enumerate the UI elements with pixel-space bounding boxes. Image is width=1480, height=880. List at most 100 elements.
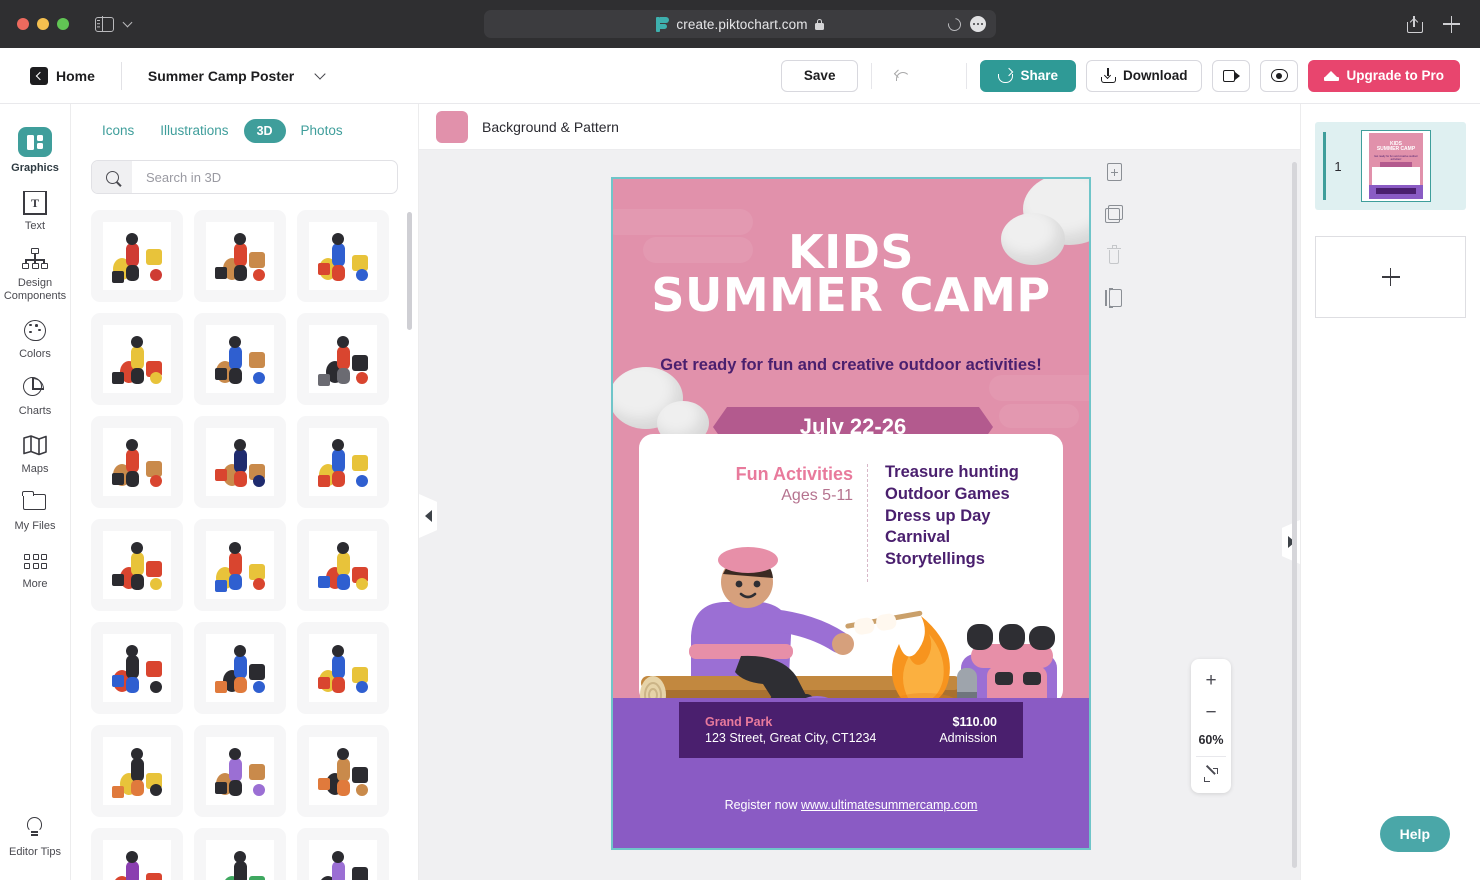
zoom-out-button[interactable]: − — [1191, 697, 1231, 729]
asset-thumbnail[interactable] — [297, 725, 389, 817]
page-preview[interactable]: KIDS SUMMER CAMP Get ready for fun and cr… — [1361, 130, 1431, 202]
sidebar-item-colors[interactable]: Colors — [3, 310, 67, 368]
home-button[interactable]: Home — [30, 66, 95, 85]
address-bar[interactable]: create.piktochart.com — [484, 10, 996, 38]
chevron-down-icon[interactable] — [122, 17, 133, 27]
reload-icon[interactable] — [945, 14, 964, 34]
asset-thumbnail[interactable] — [194, 313, 286, 405]
sidebar-item-charts[interactable]: Charts — [3, 367, 67, 425]
poster-subtitle[interactable]: Get ready for fun and creative outdoor a… — [613, 355, 1089, 376]
download-button[interactable]: Download — [1085, 59, 1203, 92]
sidebar-toggle-icon[interactable] — [95, 15, 114, 33]
pages-panel: 1 KIDS SUMMER CAMP Get ready for fun and … — [1300, 104, 1480, 880]
person-with-equipment-thumbnail — [309, 840, 377, 880]
sidebar-item-graphics[interactable]: Graphics — [3, 118, 67, 182]
share-icon[interactable] — [1407, 15, 1423, 33]
tab-icons[interactable]: Icons — [91, 118, 145, 143]
upgrade-to-pro-button[interactable]: Upgrade to Pro — [1308, 59, 1460, 92]
undo-icon — [895, 69, 910, 83]
asset-thumbnail[interactable] — [91, 725, 183, 817]
redo-icon — [929, 69, 944, 83]
asset-thumbnail[interactable] — [297, 210, 389, 302]
tab-3d[interactable]: 3D — [243, 118, 286, 143]
asset-thumbnail[interactable] — [91, 828, 183, 880]
save-button[interactable]: Save — [780, 59, 859, 92]
asset-thumbnail[interactable] — [297, 622, 389, 714]
sidebar-item-label: More — [22, 578, 48, 591]
poster-activities-heading-block[interactable]: Fun Activities Ages 5-11 — [673, 464, 853, 505]
two-people-shopping-bag-thumbnail — [206, 222, 274, 290]
present-button[interactable] — [1212, 59, 1251, 92]
zoom-in-button[interactable]: + — [1191, 665, 1231, 697]
duplicate-page-button[interactable] — [1102, 202, 1126, 226]
asset-thumbnail[interactable] — [91, 622, 183, 714]
browser-sidebar-toggle[interactable] — [95, 15, 133, 33]
background-color-swatch[interactable] — [436, 110, 468, 143]
asset-search-bar[interactable] — [91, 160, 398, 194]
minimize-window-button[interactable] — [37, 18, 49, 30]
sidebar-item-maps[interactable]: Maps — [3, 425, 67, 483]
address-bar-actions[interactable] — [945, 14, 986, 34]
asset-thumbnail[interactable] — [91, 210, 183, 302]
search-icon-button[interactable] — [92, 161, 132, 193]
sidebar-item-text[interactable]: T Text — [3, 182, 67, 240]
canvas-body[interactable]: KIDS SUMMER CAMP Get ready for fun and c… — [419, 150, 1300, 880]
undo-button[interactable] — [885, 60, 919, 92]
panel-scrollbar[interactable] — [407, 212, 412, 330]
asset-thumbnail[interactable] — [91, 519, 183, 611]
asset-thumbnail[interactable] — [194, 210, 286, 302]
tab-illustrations[interactable]: Illustrations — [149, 118, 239, 143]
help-button[interactable]: Help — [1379, 816, 1450, 852]
chevron-down-icon[interactable] — [314, 67, 326, 80]
zoom-level-value: 60% — [1198, 733, 1224, 747]
asset-grid-scroll[interactable] — [71, 204, 418, 880]
add-page-button[interactable] — [1102, 160, 1126, 184]
poster-info-box[interactable]: Grand Park 123 Street, Great City, CT123… — [679, 702, 1023, 758]
plus-icon[interactable] — [1443, 15, 1460, 33]
tab-photos[interactable]: Photos — [290, 118, 354, 143]
asset-thumbnail[interactable] — [297, 828, 389, 880]
search-input[interactable] — [132, 169, 397, 185]
canvas-header-label: Background & Pattern — [482, 118, 619, 135]
share-button[interactable]: Share — [980, 59, 1076, 92]
asset-thumbnail[interactable] — [297, 519, 389, 611]
redo-button[interactable] — [919, 60, 953, 92]
sidebar-item-editor-tips[interactable]: Editor Tips — [3, 808, 67, 866]
preview-button[interactable] — [1260, 59, 1299, 92]
delete-page-icon — [1107, 245, 1121, 265]
expand-right-panel-button[interactable] — [1282, 520, 1300, 564]
canvas-scrollbar[interactable] — [1292, 162, 1297, 868]
poster-canvas[interactable]: KIDS SUMMER CAMP Get ready for fun and c… — [611, 177, 1091, 850]
sidebar-item-my-files[interactable]: My Files — [3, 482, 67, 540]
asset-thumbnail[interactable] — [91, 416, 183, 508]
browser-right-actions[interactable] — [1407, 15, 1460, 33]
asset-thumbnail[interactable] — [297, 313, 389, 405]
document-title[interactable]: Summer Camp Poster — [148, 68, 294, 84]
sidebar-item-more[interactable]: More — [3, 540, 67, 598]
sidebar-item-design-components[interactable]: Design Components — [3, 239, 67, 309]
design-components-icon — [22, 248, 48, 272]
sidebar-item-label: Charts — [18, 405, 52, 418]
delete-page-button[interactable] — [1102, 244, 1126, 268]
more-dots-icon[interactable] — [970, 16, 986, 32]
window-traffic-lights[interactable] — [17, 18, 69, 30]
asset-thumbnail[interactable] — [194, 828, 286, 880]
maximize-window-button[interactable] — [57, 18, 69, 30]
asset-thumbnail[interactable] — [91, 313, 183, 405]
poster-title[interactable]: KIDS SUMMER CAMP — [613, 229, 1089, 318]
asset-thumbnail[interactable] — [297, 416, 389, 508]
asset-thumbnail[interactable] — [194, 725, 286, 817]
asset-thumbnail[interactable] — [194, 416, 286, 508]
register-url[interactable]: www.ultimatesummercamp.com — [801, 798, 977, 812]
page-thumbnail-item[interactable]: 1 KIDS SUMMER CAMP Get ready for fun and … — [1315, 122, 1466, 210]
sidebar-item-label: Design Components — [3, 277, 67, 302]
person-painting-wall-blue-thumbnail — [206, 634, 274, 702]
asset-thumbnail[interactable] — [194, 622, 286, 714]
fit-to-screen-button[interactable] — [1191, 757, 1231, 793]
poster-register-line[interactable]: Register now www.ultimatesummercamp.com — [613, 798, 1089, 812]
collapse-left-panel-button[interactable] — [419, 494, 437, 538]
close-window-button[interactable] — [17, 18, 29, 30]
copy-style-button[interactable] — [1102, 286, 1126, 310]
asset-thumbnail[interactable] — [194, 519, 286, 611]
add-page-tile[interactable] — [1315, 236, 1466, 318]
